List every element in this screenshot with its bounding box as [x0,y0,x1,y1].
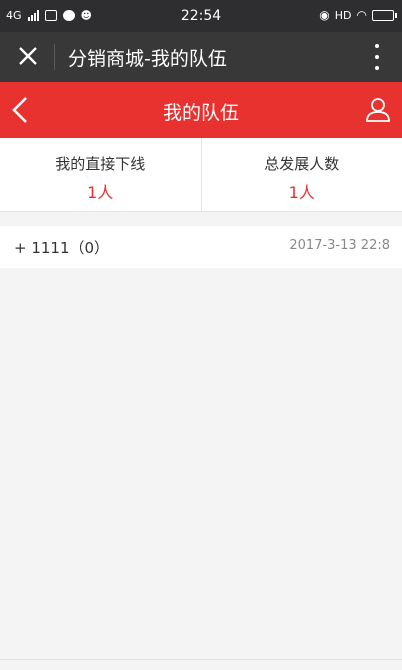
direct-downline-label: 我的直接下线 [55,155,146,173]
team-stats: 我的直接下线 1人 总发展人数 1人 [0,138,402,212]
status-bar: 4G ☻ 22:54 ◉ HD ◠ [0,0,402,32]
total-members-label: 总发展人数 [264,155,340,173]
status-right-icons: ◉ HD ◠ [319,8,397,22]
more-options-icon[interactable] [374,44,380,70]
page-title: 我的队伍 [162,102,239,124]
team-list: + 1111（0） 2017-3-13 22:8 [0,226,402,268]
list-item[interactable]: + 1111（0） 2017-3-13 22:8 [0,226,402,268]
direct-downline-value: 1人 [87,183,114,202]
alarm-icon: ◉ [319,8,330,22]
hd-label: HD [334,8,352,22]
page-header: 我的队伍 [0,82,402,138]
browser-page-title: 分销商城-我的队伍 [68,48,227,70]
total-members-stat: 总发展人数 1人 [200,138,402,211]
close-icon[interactable] [14,42,42,70]
bottom-divider [0,659,402,660]
battery-icon [372,9,397,21]
total-members-value: 1人 [288,183,315,202]
member-join-date: 2017-3-13 22:8 [289,238,390,253]
wifi-icon: ◠ [356,8,367,22]
title-divider [54,44,55,70]
browser-title-bar: 分销商城-我的队伍 [0,32,402,82]
user-icon[interactable] [364,95,392,123]
member-name[interactable]: + 1111（0） [14,237,109,258]
direct-downline-stat: 我的直接下线 1人 [0,138,201,211]
